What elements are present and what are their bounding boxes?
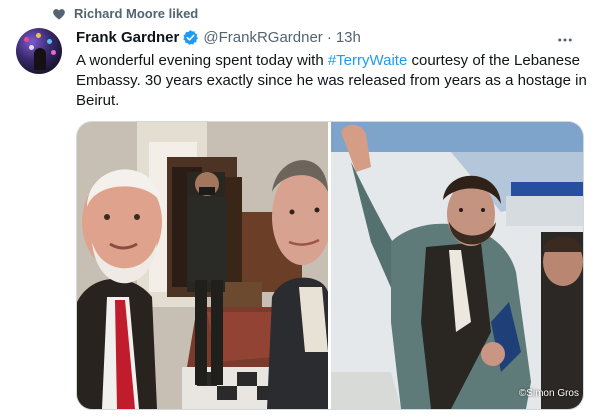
timestamp[interactable]: 13h <box>336 29 361 46</box>
avatar-light <box>51 50 56 55</box>
photo-credit: ©Simon Gros <box>518 388 579 399</box>
heart-icon <box>53 8 65 20</box>
avatar-light <box>24 37 29 42</box>
avatar-light <box>47 39 52 44</box>
avatar[interactable] <box>16 28 62 74</box>
tweet-text-start: A wonderful evening spent today with <box>76 52 328 69</box>
separator-dot: · <box>326 29 332 46</box>
social-context-text[interactable]: Richard Moore liked <box>74 6 198 21</box>
avatar-figure <box>34 48 46 70</box>
author-display-name[interactable]: Frank Gardner <box>76 29 179 46</box>
media-grid: ©Simon Gros <box>76 121 584 410</box>
hashtag-link[interactable]: #TerryWaite <box>328 52 407 69</box>
archive-photo[interactable]: ©Simon Gros <box>331 122 583 409</box>
avatar-light <box>29 45 34 50</box>
tweet-text: A wonderful evening spent today with #Te… <box>76 51 591 111</box>
selfie-photo[interactable] <box>77 122 328 409</box>
tweet-header: Frank Gardner @FrankRGardner · 13h <box>76 29 584 46</box>
verified-badge-icon <box>183 30 199 45</box>
avatar-light <box>36 33 41 38</box>
archive-photo-illustration <box>331 122 583 409</box>
author-handle[interactable]: @FrankRGardner <box>203 29 322 46</box>
social-context[interactable]: Richard Moore liked <box>48 6 198 21</box>
more-options-button[interactable] <box>554 29 576 51</box>
more-horizontal-icon <box>558 38 572 42</box>
selfie-photo-illustration <box>77 122 328 409</box>
